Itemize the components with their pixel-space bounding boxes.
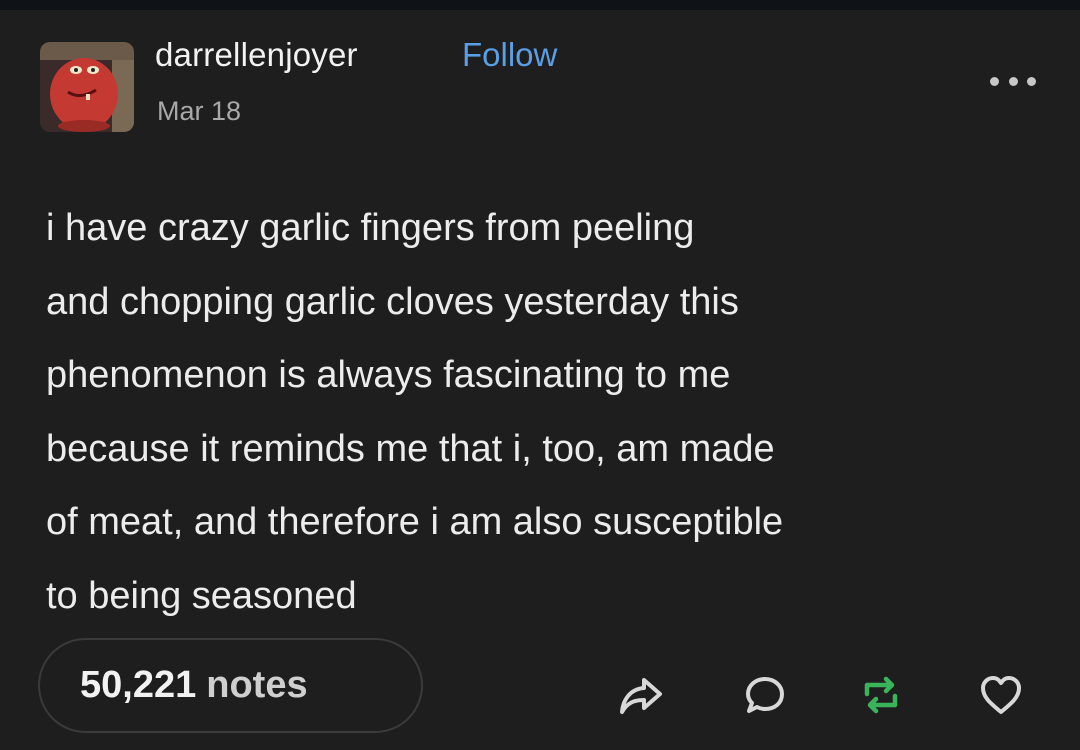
notes-button[interactable]: 50,221 notes xyxy=(38,638,423,733)
more-options-button[interactable] xyxy=(990,74,1036,88)
like-button[interactable] xyxy=(978,672,1024,718)
reblog-button[interactable] xyxy=(858,672,904,718)
post-body: i have crazy garlic fingers from peeling… xyxy=(46,192,1036,633)
follow-button[interactable]: Follow xyxy=(462,36,557,74)
more-options-icon xyxy=(1008,76,1018,86)
reply-icon xyxy=(746,677,784,713)
post-body-line: because it reminds me that i, too, am ma… xyxy=(46,427,775,470)
share-icon xyxy=(620,678,662,714)
reply-button[interactable] xyxy=(742,672,788,718)
post-body-line: and chopping garlic cloves yesterday thi… xyxy=(46,280,739,323)
post-card: darrellenjoyer Follow Mar 18 i have craz… xyxy=(0,10,1080,750)
post-body-line: of meat, and therefore i am also suscept… xyxy=(46,501,784,543)
notes-label: notes xyxy=(206,664,308,706)
post-body-line: i have crazy garlic fingers from peeling xyxy=(46,207,695,249)
username[interactable]: darrellenjoyer xyxy=(155,36,358,74)
top-bar xyxy=(0,0,1080,10)
more-options-icon xyxy=(1027,76,1036,86)
post-date: Mar 18 xyxy=(157,96,242,126)
more-options-icon xyxy=(990,76,999,86)
reblog-icon xyxy=(864,676,898,714)
post-body-line: phenomenon is always fascinating to me xyxy=(46,354,731,396)
share-button[interactable] xyxy=(618,672,664,718)
notes-count: 50,221 xyxy=(80,664,197,706)
post-body-line: to being seasoned xyxy=(46,574,357,617)
like-icon xyxy=(981,676,1021,714)
avatar-cartoon-face-icon xyxy=(40,42,134,132)
avatar[interactable] xyxy=(40,42,134,132)
